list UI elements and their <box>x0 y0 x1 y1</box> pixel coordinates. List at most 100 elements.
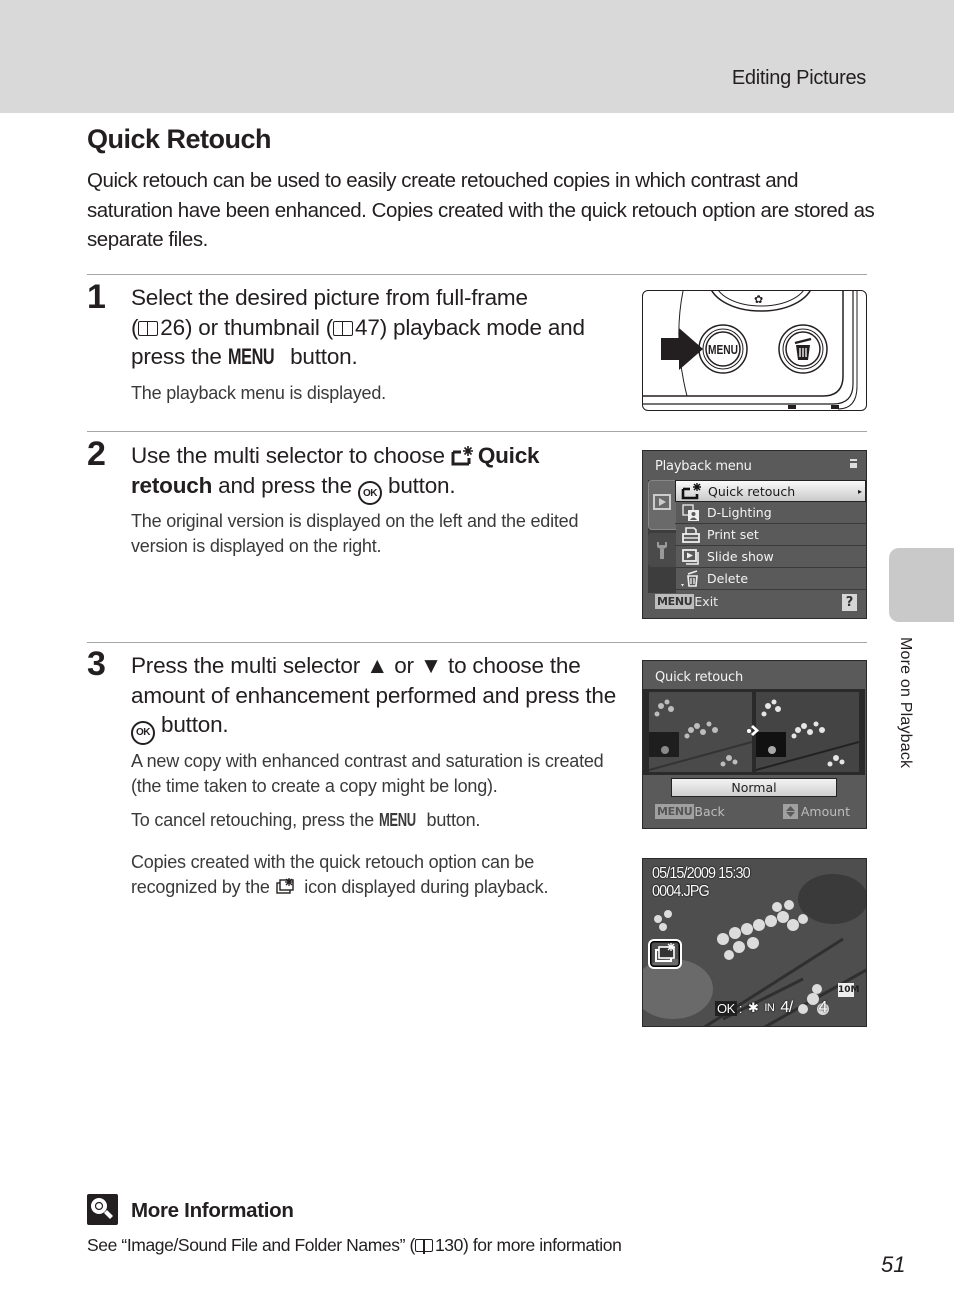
wrench-icon <box>657 542 667 559</box>
menu-item-print-set[interactable]: Print set <box>675 524 866 546</box>
playback-menu-screen: Playback menu Quick retouch ▸ D-Lighting… <box>642 450 867 619</box>
step-number: 1 <box>87 278 106 316</box>
text: or <box>388 653 420 678</box>
text: and press the <box>212 472 358 498</box>
side-section-label: More on Playback <box>897 637 914 769</box>
text: Select the desired picture from full-fra… <box>131 285 528 310</box>
amount-selector[interactable]: Normal <box>671 778 837 797</box>
playback-status-bar: OK : ✱ IN 4/ 4 <box>715 999 828 1017</box>
text: button. <box>381 472 456 498</box>
step-3-heading: Press the multi selector ▲ or ▼ to choos… <box>131 651 621 745</box>
submenu-arrow-icon: ▸ <box>857 486 862 496</box>
side-thumb-tab <box>889 548 954 622</box>
svg-text:MENU: MENU <box>708 342 738 357</box>
step-3-body-3: Copies created with the quick retouch op… <box>131 850 621 900</box>
text: Use the multi selector to choose <box>131 443 451 468</box>
help-icon[interactable]: ? <box>842 594 857 611</box>
menu-button-chip: MENU <box>655 804 695 819</box>
before-after-preview <box>643 689 865 775</box>
step-1-body: The playback menu is displayed. <box>131 383 386 403</box>
trash-button-icon <box>778 324 828 374</box>
frame-current: 4/ <box>780 999 793 1016</box>
menu-item-quick-retouch[interactable]: Quick retouch ▸ <box>675 480 866 502</box>
more-info-text: See “Image/Sound File and Folder Names” … <box>87 1235 622 1256</box>
svg-text:✿: ✿ <box>754 293 763 306</box>
intro-paragraph: Quick retouch can be used to easily crea… <box>87 169 875 251</box>
delete-icon <box>675 569 707 588</box>
up-down-icon <box>782 804 798 819</box>
page-title: Quick Retouch <box>87 124 272 154</box>
image-size-icon: 10M <box>838 983 860 997</box>
page-ref[interactable]: 26 <box>160 315 185 340</box>
playback-tab[interactable] <box>648 480 676 530</box>
menu-item-slide-show[interactable]: Slide show <box>675 546 866 568</box>
d-lighting-icon <box>675 503 707 522</box>
page-number: 51 <box>881 1252 906 1277</box>
arrow-right-icon <box>747 725 759 736</box>
exit-label[interactable]: Exit <box>694 594 718 609</box>
menu-button-icon: MENU <box>698 324 748 374</box>
book-reference-icon <box>414 1239 433 1254</box>
page-ref[interactable]: 130 <box>435 1235 463 1255</box>
text: ( <box>131 314 139 340</box>
text: retouch <box>131 472 213 498</box>
text: To cancel retouching, press the <box>131 810 379 830</box>
screen-title: Playback menu <box>655 459 752 474</box>
text: button. <box>284 344 358 369</box>
divider <box>87 431 867 432</box>
text: ) or thumbnail ( <box>184 314 334 340</box>
play-icon <box>653 494 671 510</box>
text: button. <box>155 712 229 737</box>
step-1-heading: Select the desired picture from full-fra… <box>131 283 621 372</box>
menu-item-label: Quick retouch <box>708 483 796 499</box>
text: See “Image/Sound File and Folder Names” … <box>87 1235 415 1255</box>
text: ) for more information <box>462 1235 622 1255</box>
section-title: Editing Pictures <box>731 67 866 89</box>
step-2-heading: Use the multi selector to choose Quick r… <box>131 441 621 506</box>
header-band: Editing Pictures <box>0 0 954 113</box>
menu-item-delete[interactable]: Delete <box>675 568 866 590</box>
step-3-body-2: To cancel retouching, press the MENU but… <box>131 808 621 833</box>
menu-button-chip: MENU <box>655 594 695 609</box>
datetime: 05/15/2009 15:30 <box>652 865 751 882</box>
menu-item-d-lighting[interactable]: D-Lighting <box>675 502 866 524</box>
book-reference-icon <box>333 320 354 336</box>
menu-item-label: Print set <box>707 527 759 542</box>
print-set-icon <box>675 526 707 544</box>
page-ref[interactable]: 47 <box>355 315 380 340</box>
quick-retouch-icon <box>676 482 708 500</box>
quick-retouch-screen: Quick retouch Normal MENU Back Amount <box>642 660 867 829</box>
menu-footer: MENU Exit <box>655 594 718 609</box>
more-info-title: More Information <box>131 1199 294 1222</box>
playback-screen: 05/15/2009 15:30 0004.JPG 10M OK : ✱ IN … <box>642 858 867 1027</box>
menu-button-glyph: MENU <box>378 810 416 830</box>
frame-total: 4 <box>818 999 828 1016</box>
multi-selector-dial: ✿ <box>711 291 811 312</box>
camera-back-illustration: ✿ MENU <box>642 290 867 411</box>
text: Press the multi selector <box>131 653 367 678</box>
colon: : <box>738 1000 743 1016</box>
up-arrow-icon: ▲ <box>366 653 389 678</box>
back-footer: MENU Back <box>655 804 725 819</box>
quick-retouch-icon <box>451 444 475 466</box>
amount-label: Amount <box>800 804 850 819</box>
back-label[interactable]: Back <box>694 804 724 819</box>
arrow-right-icon <box>661 328 703 370</box>
ok-button-icon: OK <box>357 481 382 506</box>
battery-icon <box>850 459 857 468</box>
menu-item-label: Delete <box>707 571 749 586</box>
text: icon displayed during playback. <box>299 877 549 897</box>
book-reference-icon <box>138 320 159 336</box>
menu-item-label: Slide show <box>707 549 774 564</box>
text: Quick <box>477 443 540 468</box>
setup-tab[interactable] <box>648 533 676 567</box>
ok-label: OK <box>715 1000 737 1016</box>
internal-memory-icon: IN <box>764 1002 775 1014</box>
retouched-copy-badge <box>648 939 682 969</box>
ok-button-icon: OK <box>131 720 155 745</box>
amount-footer: Amount <box>782 804 850 819</box>
down-arrow-icon: ▼ <box>419 653 442 678</box>
step-number: 3 <box>87 645 106 683</box>
step-number: 2 <box>87 435 106 473</box>
retouched-photo <box>756 692 859 772</box>
